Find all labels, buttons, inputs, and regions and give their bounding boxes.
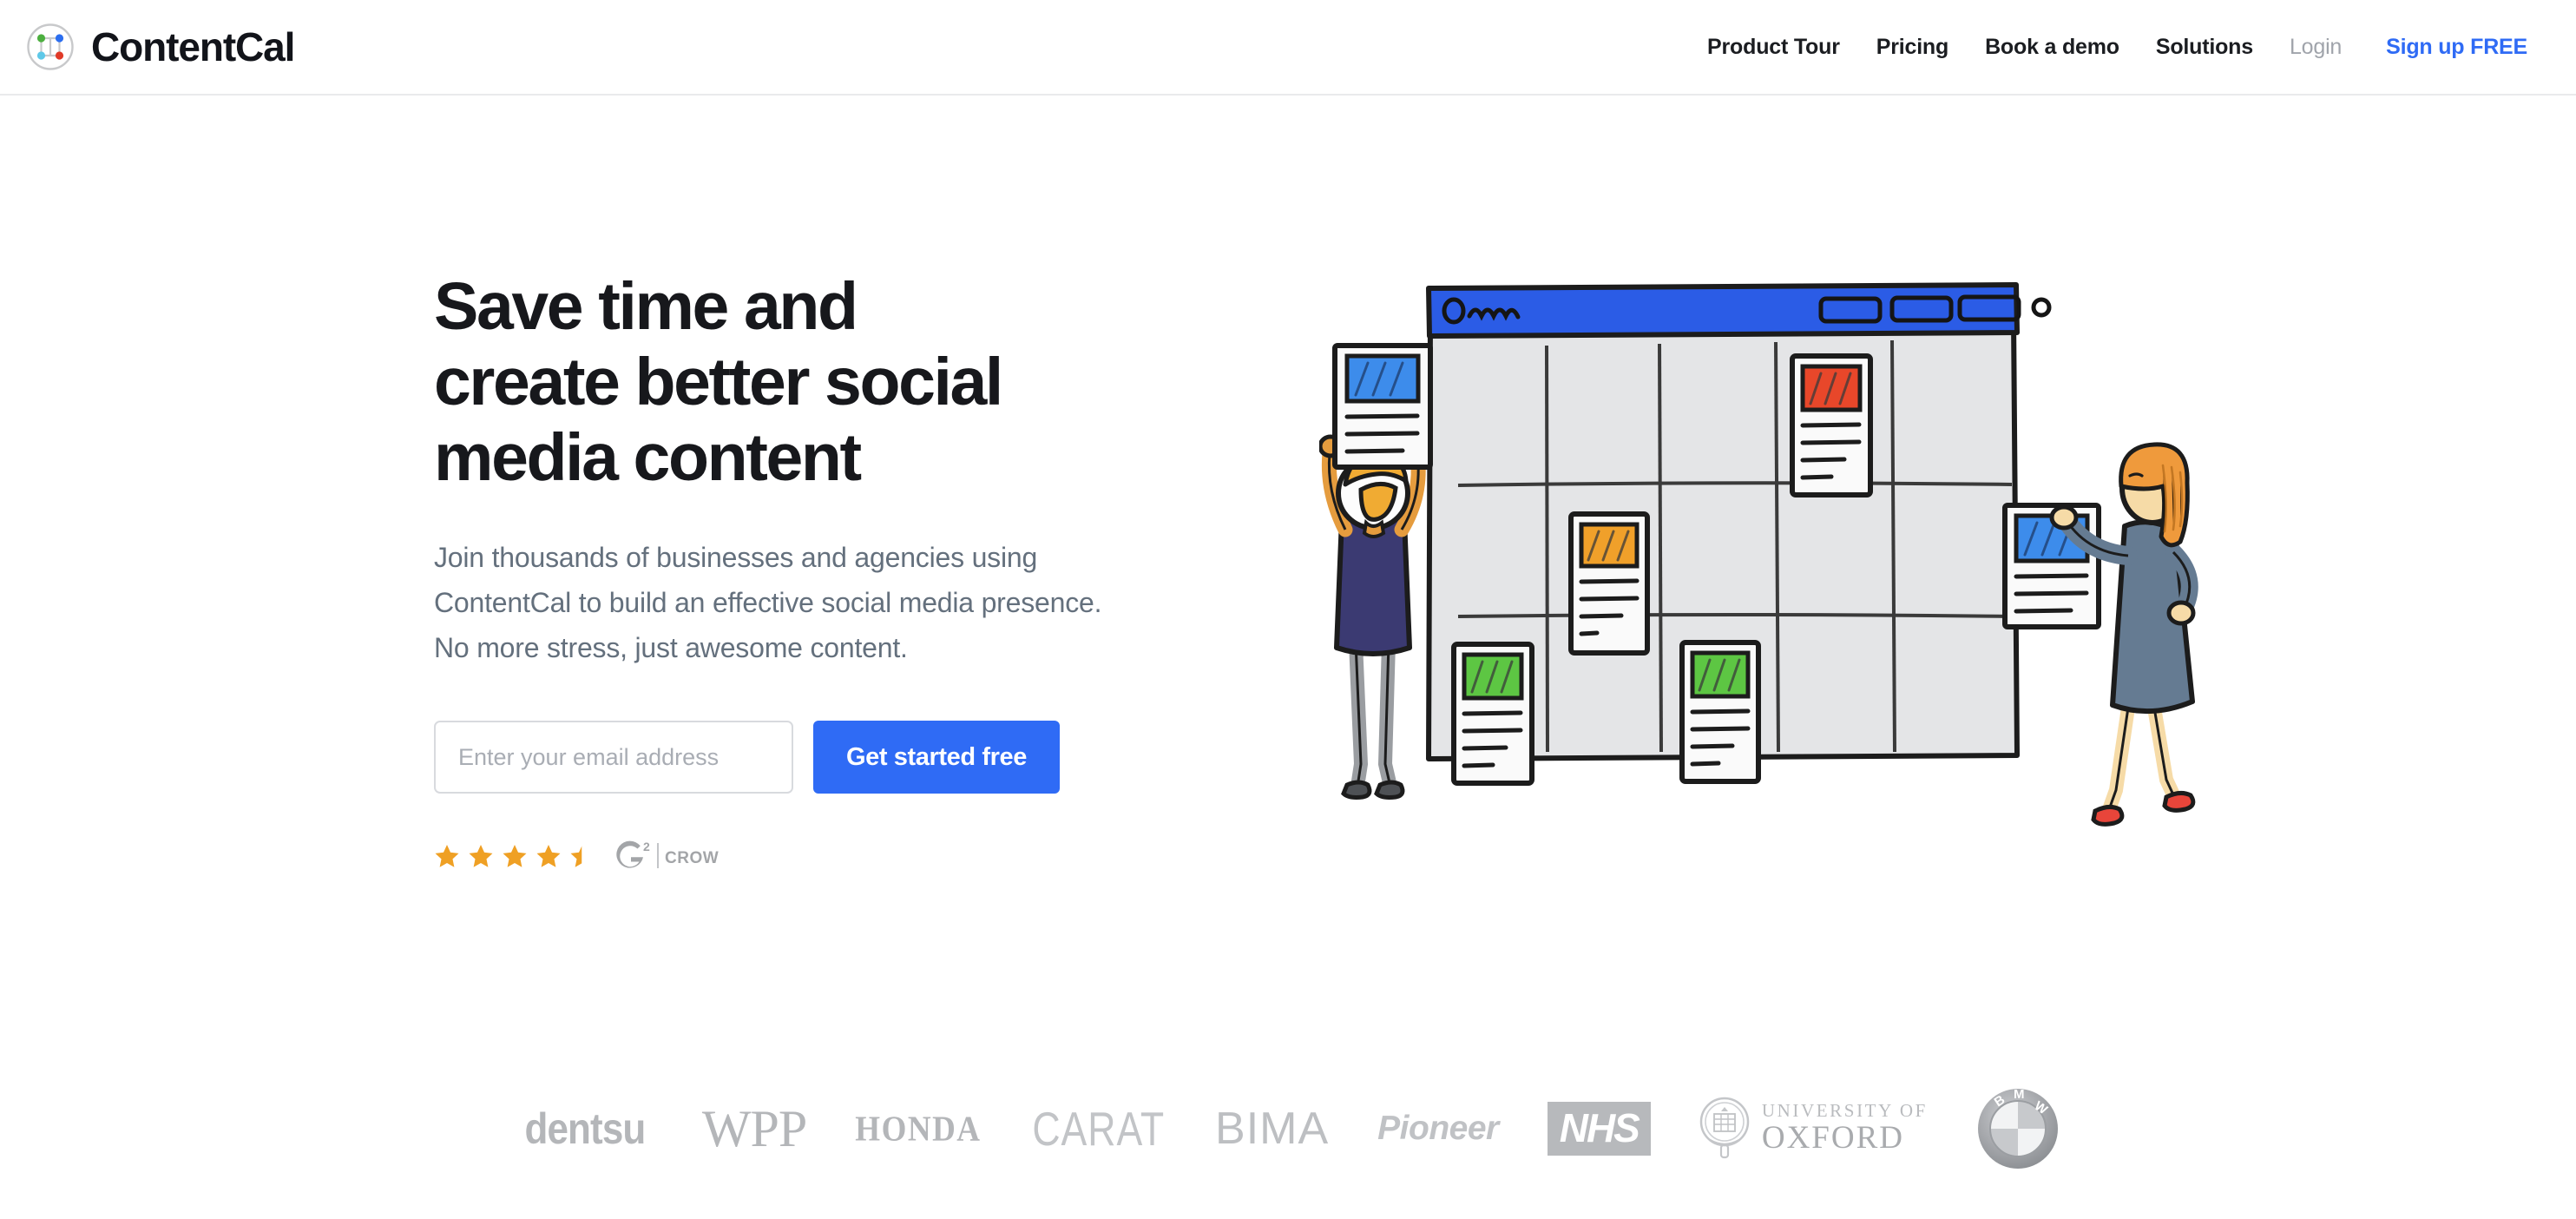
logo-wpp: WPP xyxy=(678,1081,831,1176)
logo-bima-label: BIMA xyxy=(1215,1104,1330,1154)
nav-item-solutions[interactable]: Solutions xyxy=(2138,35,2271,60)
logo-dentsu: dentsu xyxy=(492,1081,678,1176)
headline-line-2: create better social xyxy=(434,345,1003,419)
post-card-orange xyxy=(1568,511,1650,656)
brand-name: ContentCal xyxy=(91,24,295,69)
hero-section: Save time and create better social media… xyxy=(0,96,2576,1033)
headline-line-1: Save time and xyxy=(434,269,858,344)
logo-pioneer: Pioneer xyxy=(1353,1081,1523,1176)
person-man-left xyxy=(1319,434,1432,800)
hero-subheadline: Join thousands of businesses and agencie… xyxy=(434,542,1102,663)
star-full-icon xyxy=(536,845,561,868)
nav-item-sign-up-free[interactable]: Sign up FREE xyxy=(2360,35,2527,60)
nav-item-login[interactable]: Login xyxy=(2271,35,2360,60)
logo-bima: BIMA xyxy=(1191,1081,1353,1176)
contentcal-logo-icon xyxy=(27,23,74,70)
post-card-red xyxy=(1790,353,1873,497)
main-navigation: Product Tour Pricing Book a demo Solutio… xyxy=(1689,35,2527,60)
logo-honda: HONDA xyxy=(831,1081,1005,1176)
nav-item-book-a-demo[interactable]: Book a demo xyxy=(1967,35,2138,60)
logo-wpp-label: WPP xyxy=(701,1099,807,1157)
svg-text:2: 2 xyxy=(643,840,650,853)
brand-logo-link[interactable]: ContentCal xyxy=(26,23,295,71)
logo-dentsu-label: dentsu xyxy=(524,1104,646,1153)
svg-text:CROWD: CROWD xyxy=(665,849,719,867)
logo-carat-label: CARAT xyxy=(1031,1102,1165,1156)
signup-form: Get started free xyxy=(434,721,1180,794)
get-started-free-button[interactable]: Get started free xyxy=(813,721,1060,794)
site-header: ContentCal Product Tour Pricing Book a d… xyxy=(0,0,2576,96)
logo-oxford-line2: OXFORD xyxy=(1761,1120,1904,1156)
page-title: Save time and create better social media… xyxy=(434,269,1180,496)
logo-oxford: UNIVERSITY OF OXFORD xyxy=(1675,1081,1952,1176)
customer-logos-strip: dentsu WPP HONDA CARAT BIMA Pioneer NHS xyxy=(0,1068,2576,1189)
nav-item-pricing[interactable]: Pricing xyxy=(1858,35,1967,60)
nav-item-product-tour[interactable]: Product Tour xyxy=(1689,35,1858,60)
logo-nhs: NHS xyxy=(1523,1081,1675,1176)
rating-row: 2 CROWD xyxy=(434,839,1180,873)
hero-copy: Save time and create better social media… xyxy=(434,269,1180,873)
headline-line-3: media content xyxy=(434,420,862,495)
bmw-roundel-icon: B M W xyxy=(1977,1087,2058,1169)
star-full-icon xyxy=(435,845,459,868)
content-calendar-board-illustration xyxy=(1319,282,2198,827)
person-woman-right xyxy=(2049,442,2198,827)
landing-page: ContentCal Product Tour Pricing Book a d… xyxy=(0,0,2576,1219)
logo-honda-label: HONDA xyxy=(855,1109,982,1149)
logo-oxford-line1: UNIVERSITY OF xyxy=(1761,1100,1928,1122)
hero-illustration xyxy=(1319,269,2222,834)
post-card-green-1 xyxy=(1451,642,1534,786)
star-rating xyxy=(434,843,595,869)
email-field[interactable] xyxy=(434,721,793,794)
post-card-green-2 xyxy=(1679,640,1761,784)
logo-carat: CARAT xyxy=(1006,1081,1192,1176)
star-half-icon xyxy=(570,847,582,868)
logo-bmw: B M W xyxy=(1952,1081,2084,1176)
svg-text:M: M xyxy=(2014,1087,2025,1102)
oxford-crest-icon xyxy=(1699,1097,1750,1159)
held-card-blue-left xyxy=(1332,343,1433,470)
star-full-icon xyxy=(503,845,527,868)
star-full-icon xyxy=(469,845,493,868)
g2-crowd-logo: 2 CROWD xyxy=(616,840,719,869)
logo-pioneer-label: Pioneer xyxy=(1377,1110,1499,1147)
logo-nhs-label: NHS xyxy=(1547,1101,1651,1156)
